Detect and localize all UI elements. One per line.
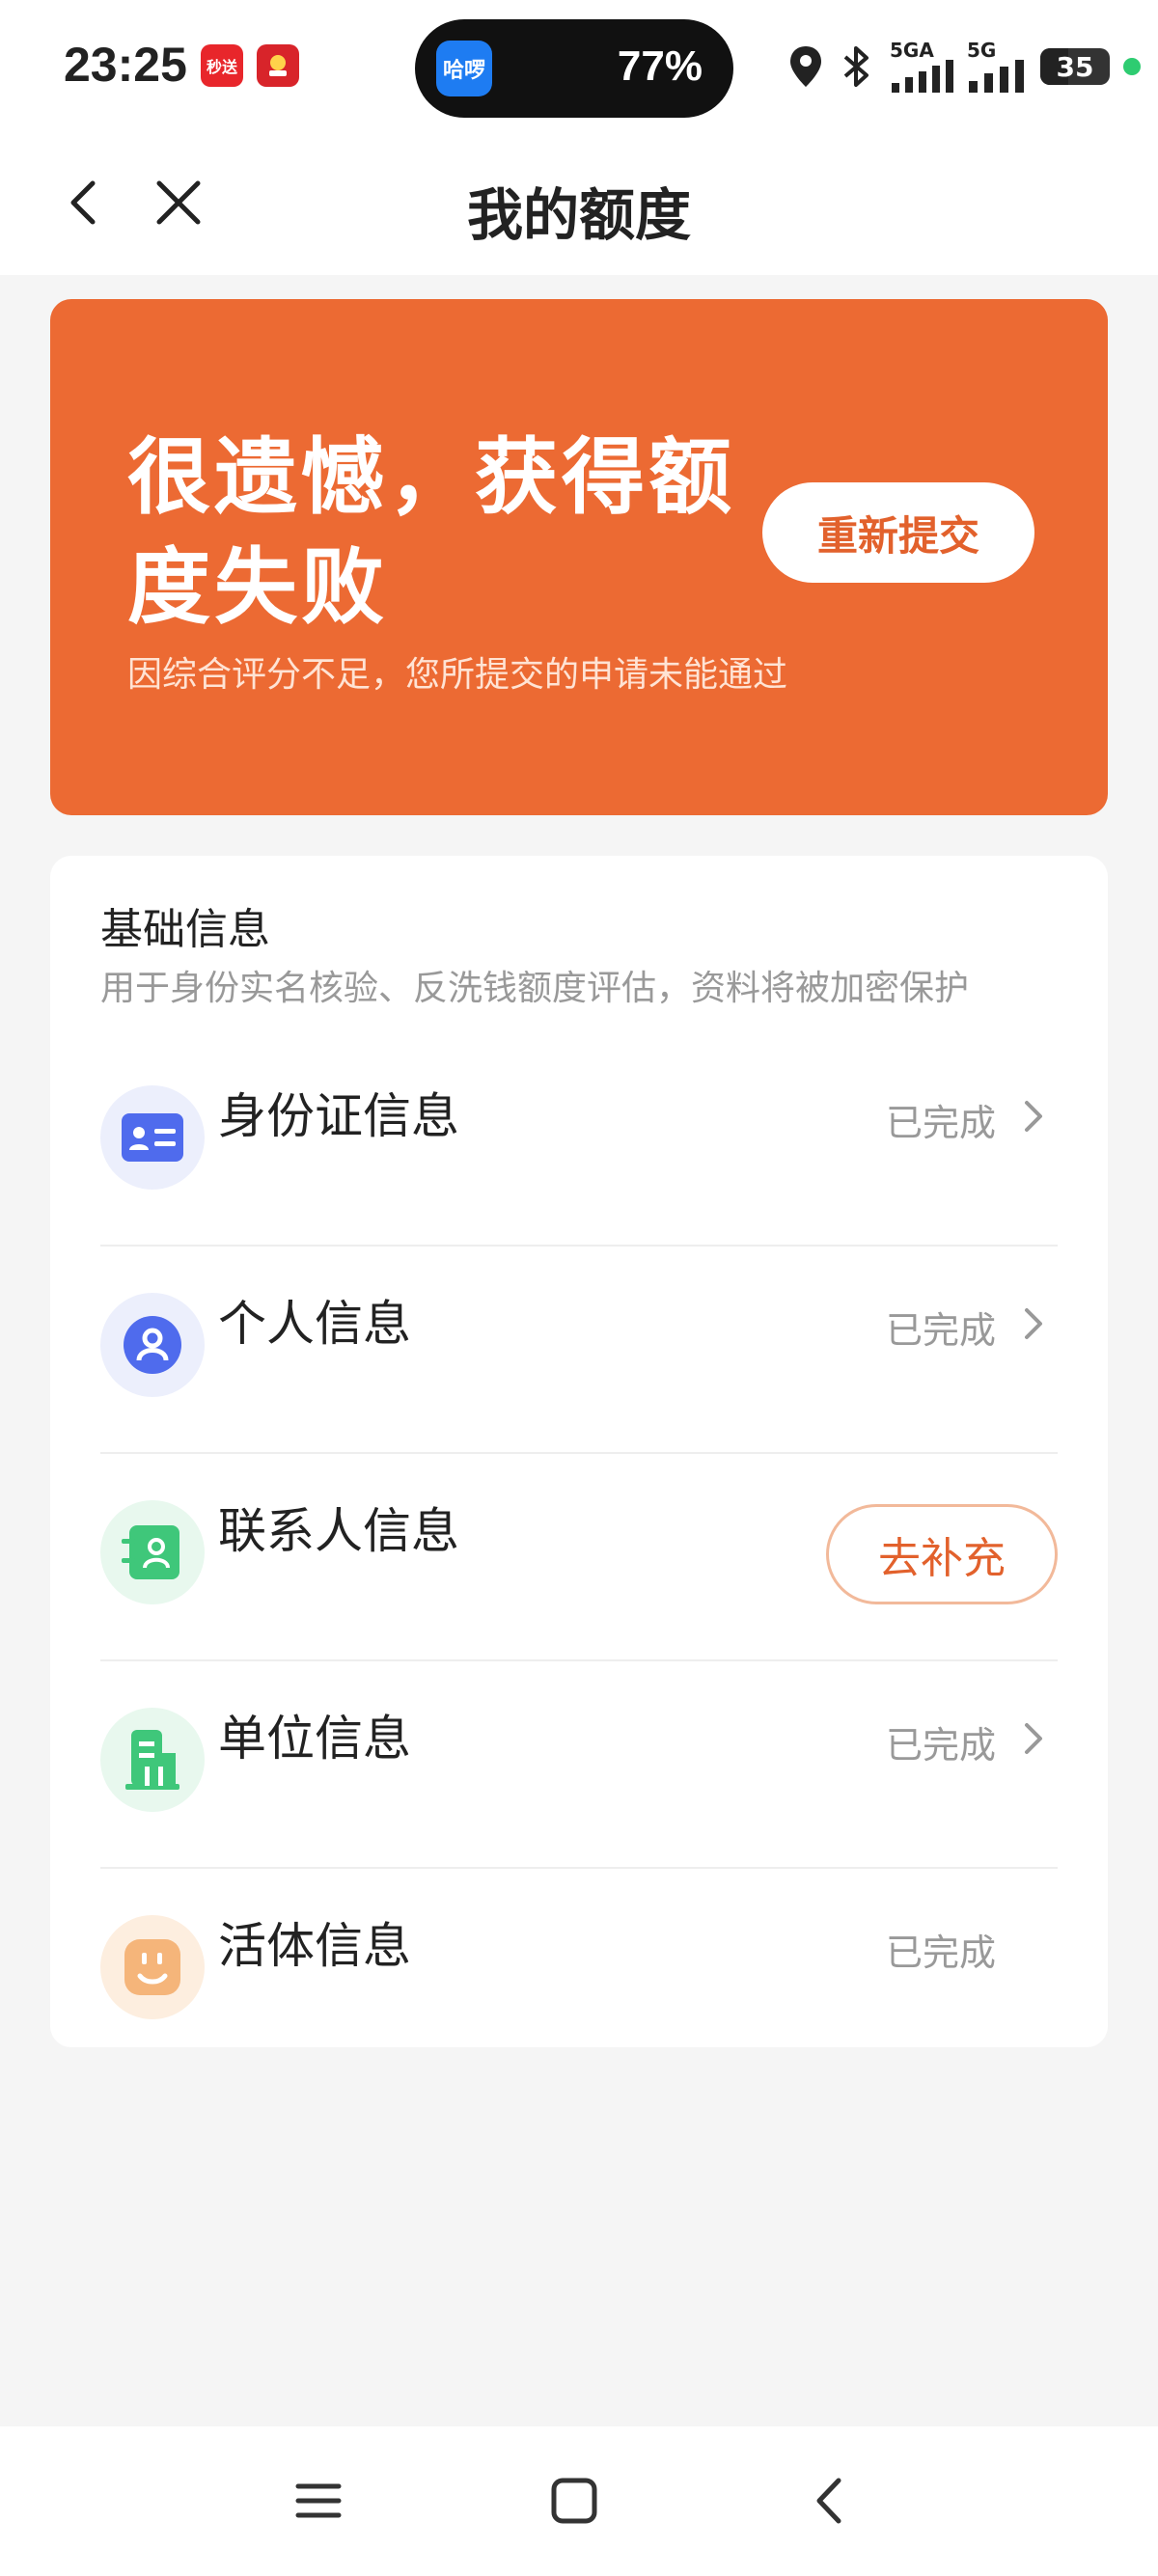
supplement-button[interactable]: 去补充 <box>826 1504 1058 1604</box>
list-item-contacts[interactable]: 联系人信息 去补充 <box>100 1454 1058 1661</box>
home-icon[interactable] <box>540 2467 608 2535</box>
banner-title: 很遗憾，获得额度失败 <box>127 429 735 636</box>
item-label: 个人信息 <box>218 1296 411 1352</box>
back-icon[interactable] <box>796 2467 864 2535</box>
bluetooth-icon <box>843 46 868 87</box>
contacts-icon <box>100 1500 205 1604</box>
card-title: 基础信息 <box>100 905 270 954</box>
status-bar: 23:25 秒送 哈啰 77% 5GA 5G 35 <box>0 0 1158 135</box>
item-status: 已完成 <box>885 1102 996 1144</box>
chevron-right-icon <box>1025 1308 1042 1339</box>
item-label: 活体信息 <box>218 1918 411 1974</box>
network-label-1: 5GA <box>890 39 934 62</box>
menu-icon[interactable] <box>285 2467 352 2535</box>
miaosong-app-icon: 秒送 <box>201 44 243 87</box>
item-label: 联系人信息 <box>218 1503 459 1559</box>
signal-1: 5GA <box>890 41 953 93</box>
signal-icon <box>892 60 953 93</box>
item-status: 已完成 <box>885 1932 996 1974</box>
chevron-right-icon <box>1025 1101 1042 1132</box>
app-notification-icon <box>257 44 299 87</box>
network-label-2: 5G <box>967 39 997 62</box>
face-icon <box>100 1915 205 2019</box>
item-status: 已完成 <box>885 1309 996 1352</box>
item-label: 单位信息 <box>218 1711 411 1767</box>
nav-bar: 我的额度 <box>0 135 1158 275</box>
id-card-icon <box>100 1085 205 1190</box>
system-nav-bar <box>0 2426 1158 2576</box>
dynamic-island: 哈啰 77% <box>415 19 733 118</box>
building-icon <box>100 1708 205 1812</box>
person-icon <box>100 1293 205 1397</box>
signal-2: 5G <box>967 41 1027 93</box>
status-time: 23:25 <box>64 38 187 92</box>
resubmit-button[interactable]: 重新提交 <box>762 482 1034 583</box>
list-item-employer[interactable]: 单位信息 已完成 <box>100 1661 1058 1869</box>
privacy-dot <box>1123 58 1141 75</box>
list-item-personal[interactable]: 个人信息 已完成 <box>100 1247 1058 1454</box>
basic-info-card: 基础信息 用于身份实名核验、反洗钱额度评估，资料将被加密保护 身份证信息 已完成 <box>50 856 1108 2047</box>
card-description: 用于身份实名核验、反洗钱额度评估，资料将被加密保护 <box>100 969 970 1008</box>
chevron-right-icon <box>1025 1723 1042 1754</box>
item-status: 已完成 <box>885 1724 996 1767</box>
location-icon <box>790 46 821 87</box>
list-item-liveness[interactable]: 活体信息 已完成 <box>100 1869 1058 2047</box>
status-icons: 5GA 5G 35 <box>787 35 1141 98</box>
page-title: 我的额度 <box>466 182 691 248</box>
result-banner: 很遗憾，获得额度失败 因综合评分不足，您所提交的申请未能通过 重新提交 <box>50 299 1108 815</box>
island-value: 77% <box>617 42 703 90</box>
list-item-id-card[interactable]: 身份证信息 已完成 <box>100 1039 1058 1247</box>
signal-icon <box>969 60 1024 93</box>
battery-level: 35 <box>1056 50 1094 83</box>
item-label: 身份证信息 <box>218 1088 459 1144</box>
battery-icon: 35 <box>1040 48 1110 85</box>
hello-app-icon: 哈啰 <box>436 41 492 96</box>
banner-subtitle: 因综合评分不足，您所提交的申请未能通过 <box>127 655 788 695</box>
